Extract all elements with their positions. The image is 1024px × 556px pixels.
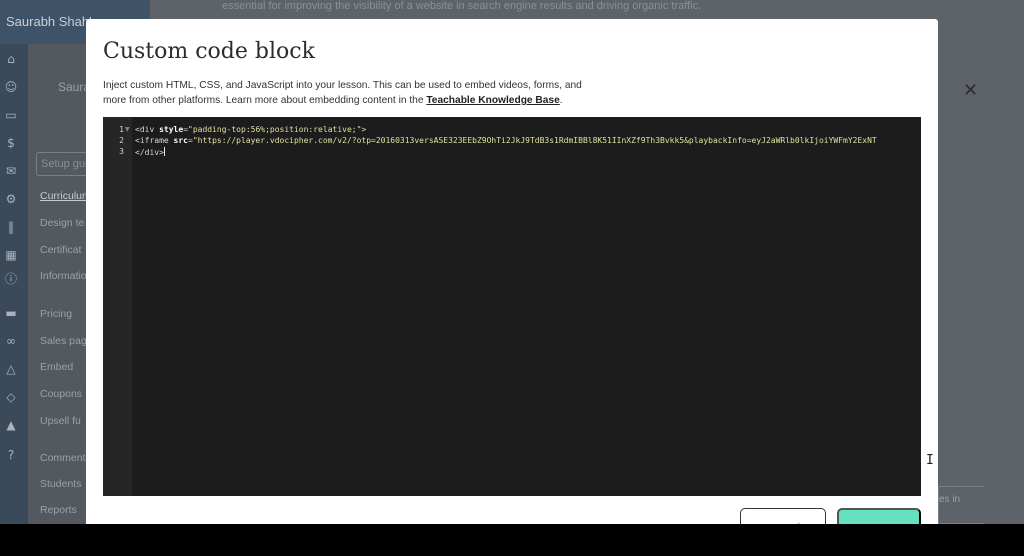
background-card: es in (938, 486, 984, 524)
code-line-2[interactable]: <iframe src="https://player.vdocipher.co… (135, 136, 877, 145)
code-token: > (361, 125, 367, 134)
sidebar-item-certificates[interactable]: Certificat (40, 244, 81, 256)
sidebar-item-students[interactable]: Students (40, 478, 81, 490)
line-number: 2 (119, 136, 124, 145)
background-card-text: es in (939, 494, 961, 505)
users-icon[interactable]: ☺ (4, 80, 18, 94)
modal-title: Custom code block (103, 39, 315, 64)
text-cursor (163, 147, 165, 156)
editor-gutter: 1 ▼ 2 3 (103, 117, 132, 496)
dollar-icon[interactable]: $ (4, 136, 18, 150)
gear-icon[interactable]: ⚙ (4, 192, 18, 206)
modal-description-end: . (559, 95, 563, 106)
sidebar-item-upsell[interactable]: Upsell fu (40, 415, 81, 427)
mail-icon[interactable]: ✉ (4, 164, 18, 178)
letterbox-bar (0, 524, 1024, 556)
sidebar-item-comments[interactable]: Comment (40, 452, 86, 464)
code-token: </div> (135, 148, 164, 157)
knowledge-base-link[interactable]: Teachable Knowledge Base (426, 95, 559, 106)
fold-arrow-icon[interactable]: ▼ (125, 126, 130, 133)
library-icon[interactable]: ‖ (4, 220, 18, 234)
code-token: src (173, 136, 188, 145)
calendar-icon[interactable]: ▦ (4, 248, 18, 262)
home-icon[interactable]: ⌂ (4, 52, 18, 66)
custom-code-block-modal: Custom code block Inject custom HTML, CS… (86, 19, 938, 524)
monitor-icon[interactable]: ▭ (4, 108, 18, 122)
laptop-icon[interactable]: ▬ (4, 306, 18, 320)
code-token: "https://player.vdocipher.com/v2/?otp=20… (192, 136, 877, 145)
code-editor[interactable]: 1 ▼ 2 3 <div style="padding-top:56%;posi… (103, 117, 921, 496)
info-icon[interactable]: ⓘ (4, 272, 18, 286)
save-button[interactable]: Save (837, 508, 921, 524)
sidebar-item-coupons[interactable]: Coupons (40, 388, 82, 400)
sidebar-item-pricing[interactable]: Pricing (40, 308, 72, 320)
line-number: 3 (119, 147, 124, 156)
mouse-ibeam-cursor-icon: I (926, 453, 934, 468)
sidebar-item-curriculum[interactable]: Curriculum (40, 190, 91, 202)
sidebar-item-sales-page[interactable]: Sales pag (40, 335, 87, 347)
code-token: <iframe (135, 136, 174, 145)
code-line-1[interactable]: <div style="padding-top:56%;position:rel… (135, 125, 366, 134)
sidebar-item-embed[interactable]: Embed (40, 361, 73, 373)
sidebar-item-reports[interactable]: Reports (40, 504, 77, 516)
line-number: 1 (119, 125, 124, 134)
cancel-button[interactable]: Cancel (740, 508, 826, 524)
code-token: style (159, 125, 184, 134)
close-icon[interactable]: ✕ (963, 80, 978, 101)
code-token: "padding-top:56%;position:relative;" (188, 125, 362, 134)
code-token: <div (135, 125, 160, 134)
sidebar-item-information[interactable]: Informatio (40, 270, 87, 282)
sidebar-item-design[interactable]: Design te (40, 217, 84, 229)
modal-description: Inject custom HTML, CSS, and JavaScript … (103, 78, 603, 108)
shapes-icon[interactable]: △ (4, 362, 18, 376)
diamond-icon[interactable]: ◇ (4, 390, 18, 404)
help-icon[interactable]: ? (4, 448, 18, 462)
icon-rail: ⌂ ☺ ▭ $ ✉ ⚙ ‖ ▦ ⓘ ▬ ∞ △ ◇ ▲ ? (0, 44, 28, 524)
code-line-3[interactable]: </div> (135, 147, 165, 157)
screen: Saurabh Shah's ⌂ ☺ ▭ $ ✉ ⚙ ‖ ▦ ⓘ ▬ ∞ △ ◇… (0, 0, 1024, 524)
background-lesson-text: essential for improving the visibility o… (222, 0, 702, 12)
graduation-cap-icon[interactable]: ▲ (4, 418, 18, 432)
link-icon[interactable]: ∞ (4, 334, 18, 348)
